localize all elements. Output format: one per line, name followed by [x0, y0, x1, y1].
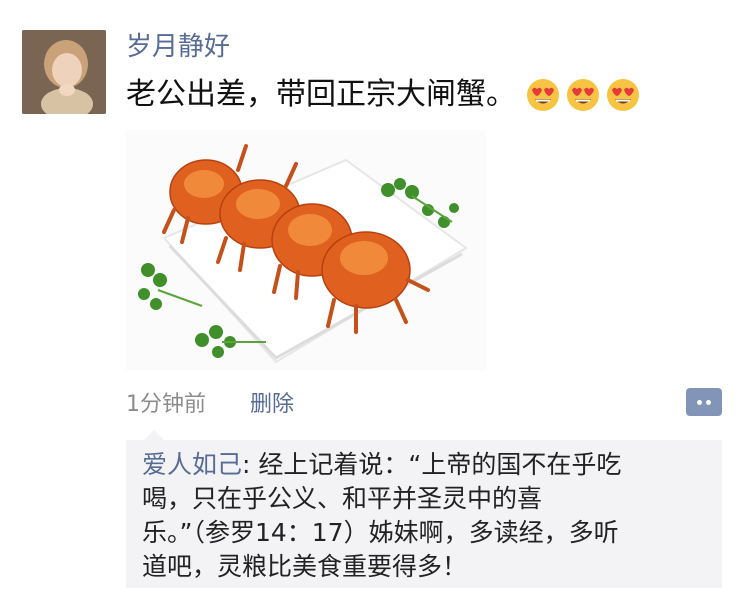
- post-timestamp: 1分钟前: [126, 392, 206, 417]
- more-actions-button[interactable]: [686, 388, 722, 416]
- delete-link[interactable]: 删除: [250, 386, 294, 418]
- post-text: 老公出差，带回正宗大闸蟹。: [126, 77, 516, 112]
- commenter-name[interactable]: 爱人如己: [142, 450, 242, 479]
- heart-eyes-emoji-icon: [527, 79, 559, 111]
- post-username[interactable]: 岁月静好: [126, 30, 230, 64]
- emoji-row: [526, 78, 640, 112]
- comment-separator: :: [242, 450, 259, 479]
- comment-text-line-4: 道吧，灵粮比美食重要得多！: [142, 552, 468, 581]
- avatar[interactable]: [22, 30, 106, 114]
- avatar-image: [22, 30, 106, 114]
- comment-text-line-1: 经上记着说：“上帝的国不在乎吃: [258, 450, 622, 479]
- heart-eyes-emoji-icon: [567, 79, 599, 111]
- comment-text-line-3: 乐。”（参罗14：17）姊妹啊，多读经，多听: [142, 518, 619, 547]
- heart-eyes-emoji-icon: [607, 79, 639, 111]
- comment-item[interactable]: 爱人如己: 经上记着说：“上帝的国不在乎吃 喝，只在乎公义、和平并圣灵中的喜 乐…: [142, 448, 708, 584]
- comment-text-line-2: 喝，只在乎公义、和平并圣灵中的喜: [142, 484, 543, 513]
- crab-photo-illustration: [126, 130, 486, 370]
- post-photo[interactable]: [126, 130, 486, 370]
- comment-section: 爱人如己: 经上记着说：“上帝的国不在乎吃 喝，只在乎公义、和平并圣灵中的喜 乐…: [126, 430, 722, 588]
